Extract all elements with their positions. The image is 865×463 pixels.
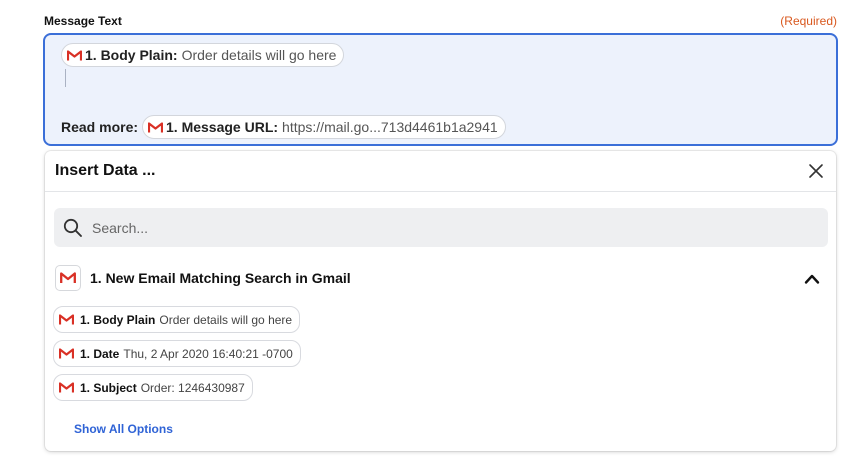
token-value: https://mail.go...713d4461b1a2941: [282, 119, 498, 135]
search-icon: [63, 218, 83, 238]
item-value: Order details will go here: [159, 312, 293, 327]
data-item-body-plain[interactable]: 1. Body Plain Order details will go here: [53, 306, 301, 333]
group-title: 1. New Email Matching Search in Gmail: [90, 270, 351, 286]
field-label-row: Message Text (Required): [44, 14, 837, 30]
token-value: Order details will go here: [181, 47, 337, 63]
gmail-icon: [59, 382, 74, 393]
item-key: 1. Date: [80, 346, 120, 361]
body-plain-token[interactable]: 1. Body Plain: Order details will go her…: [61, 43, 345, 67]
read-more-text: Read more:: [61, 119, 139, 135]
search-input[interactable]: [92, 208, 812, 247]
gmail-icon: [148, 121, 163, 133]
data-item-date[interactable]: 1. Date Thu, 2 Apr 2020 16:40:21 -0700: [53, 340, 301, 367]
gmail-icon: [67, 49, 82, 61]
gmail-icon: [59, 348, 74, 359]
item-value: Thu, 2 Apr 2020 16:40:21 -0700: [123, 346, 293, 361]
panel-header: Insert Data ...: [45, 151, 836, 192]
panel-title: Insert Data ...: [55, 162, 156, 179]
text-cursor: [65, 69, 66, 87]
message-text-editor[interactable]: 1. Body Plain: Order details will go her…: [43, 33, 838, 146]
message-url-token[interactable]: 1. Message URL: https://mail.go...713d44…: [142, 115, 506, 139]
close-icon[interactable]: [808, 163, 824, 179]
data-item-subject[interactable]: 1. Subject Order: 1246430987: [53, 374, 253, 401]
show-all-options-link[interactable]: Show All Options: [74, 422, 173, 436]
search-box: [54, 208, 828, 247]
insert-data-panel: Insert Data ... 1. New Email Matching Se…: [45, 151, 836, 451]
required-indicator: (Required): [780, 14, 837, 28]
item-key: 1. Subject: [80, 380, 137, 395]
gmail-app-icon: [55, 265, 81, 291]
gmail-icon: [59, 314, 74, 325]
chevron-up-icon[interactable]: [804, 272, 820, 284]
item-value: Order: 1246430987: [140, 380, 245, 395]
field-label: Message Text: [44, 14, 122, 28]
item-key: 1. Body Plain: [80, 312, 156, 327]
token-key: 1. Message URL:: [166, 119, 279, 135]
token-key: 1. Body Plain:: [85, 47, 178, 63]
gmail-step-group-header[interactable]: 1. New Email Matching Search in Gmail: [45, 263, 836, 293]
